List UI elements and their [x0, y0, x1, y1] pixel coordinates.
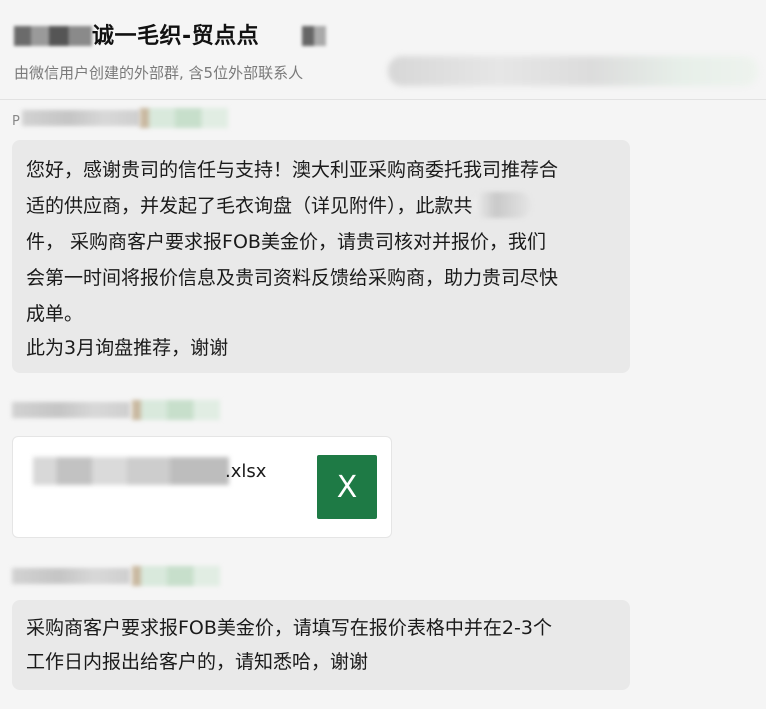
message-line: 采购商客户要求报FOB美金价，请填写在报价表格中并在2-3个 [26, 617, 552, 639]
message-line: 工作日内报出给客户的，请知悉哈，谢谢 [26, 651, 369, 673]
message-line: 件， 采购商客户要求报FOB美金价，请贵司核对并报价，我们 [26, 231, 546, 253]
redacted-count [472, 192, 531, 218]
sender-name-redacted [22, 110, 140, 126]
sender-org-redacted [132, 400, 220, 420]
sender-org-redacted [140, 108, 228, 128]
message-line: 会第一时间将报价信息及贵司资料反馈给采购商，助力贵司尽快 [26, 267, 559, 289]
message-line: 适的供应商，并发起了毛衣询盘（详见附件），此款共 [26, 188, 616, 224]
message-bubble[interactable]: 您好，感谢贵司的信任与支持！澳大利亚采购商委托我司推荐合 适的供应商，并发起了毛… [12, 140, 630, 373]
file-name-redacted [33, 457, 229, 485]
message-line: 成单。 [26, 303, 84, 325]
sender-initial: P [12, 114, 20, 129]
title-redacted-suffix [302, 26, 326, 46]
sender-org-redacted [132, 566, 220, 586]
subtitle-redacted [388, 56, 758, 86]
sender-name-redacted [12, 568, 130, 584]
group-subtitle: 由微信用户创建的外部群, 含5位外部联系人 [14, 64, 304, 82]
message-line: 此为3月询盘推荐，谢谢 [26, 337, 229, 359]
group-title[interactable]: 诚一毛织-贸点点 [92, 18, 259, 50]
message-line: 您好，感谢贵司的信任与支持！澳大利亚采购商委托我司推荐合 [26, 159, 559, 181]
file-extension: .xlsx [225, 461, 267, 482]
chat-header: 诚一毛织-贸点点 由微信用户创建的外部群, 含5位外部联系人 [0, 0, 766, 100]
excel-icon: X [317, 455, 377, 519]
title-redacted-prefix [14, 26, 92, 46]
sender-name-redacted [12, 402, 130, 418]
file-attachment[interactable]: .xlsx X [12, 436, 392, 538]
message-bubble[interactable]: 采购商客户要求报FOB美金价，请填写在报价表格中并在2-3个 工作日内报出给客户… [12, 600, 630, 690]
